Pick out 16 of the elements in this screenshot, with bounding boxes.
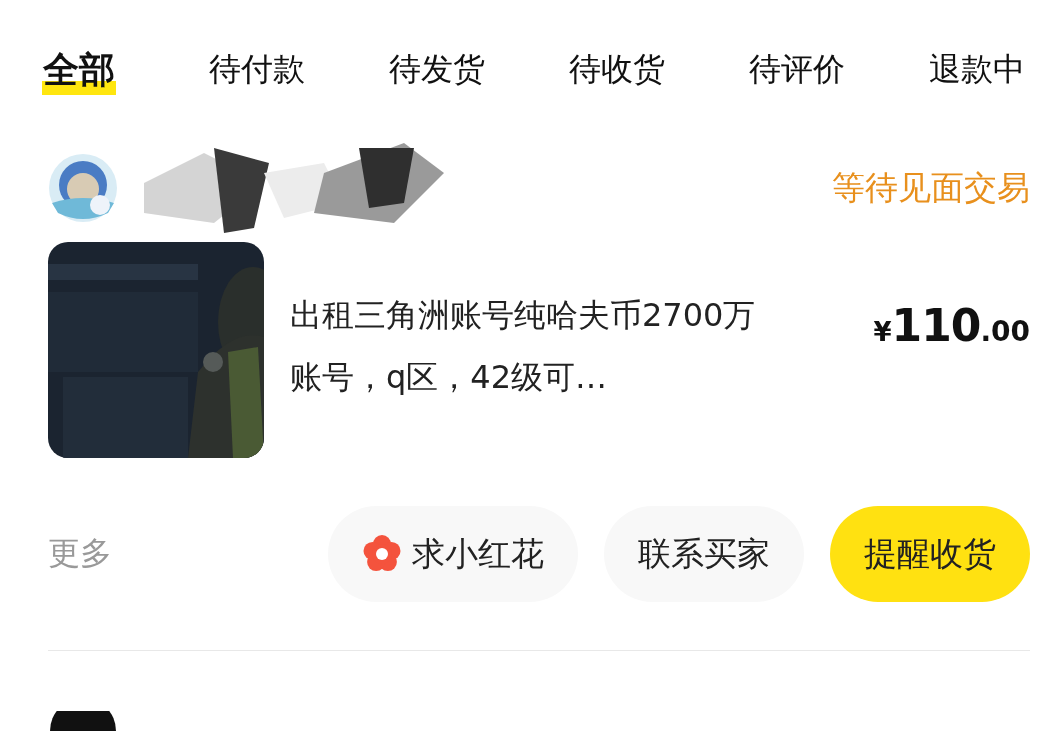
- tab[interactable]: 全部: [42, 45, 208, 95]
- price-integer: 110: [891, 300, 981, 351]
- remind-button[interactable]: 提醒收货: [830, 506, 1030, 602]
- currency-symbol: ¥: [873, 317, 892, 347]
- tab[interactable]: 待发货: [388, 48, 568, 92]
- tab[interactable]: 待评价: [748, 48, 928, 92]
- tab[interactable]: 退款中: [928, 48, 1064, 92]
- contact-button[interactable]: 联系买家: [604, 506, 804, 602]
- flower-icon: [362, 534, 402, 574]
- tab[interactable]: 待收货: [568, 48, 748, 92]
- tab[interactable]: 待付款: [208, 48, 388, 92]
- order-status: 等待见面交易: [832, 166, 1030, 209]
- product-title[interactable]: 出租三角洲账号纯哈夫币2700万账号，q区，42级可…: [290, 284, 760, 408]
- price-decimal: .00: [980, 315, 1030, 348]
- avatar[interactable]: [50, 711, 116, 731]
- flower-button[interactable]: 求小红花: [328, 506, 578, 602]
